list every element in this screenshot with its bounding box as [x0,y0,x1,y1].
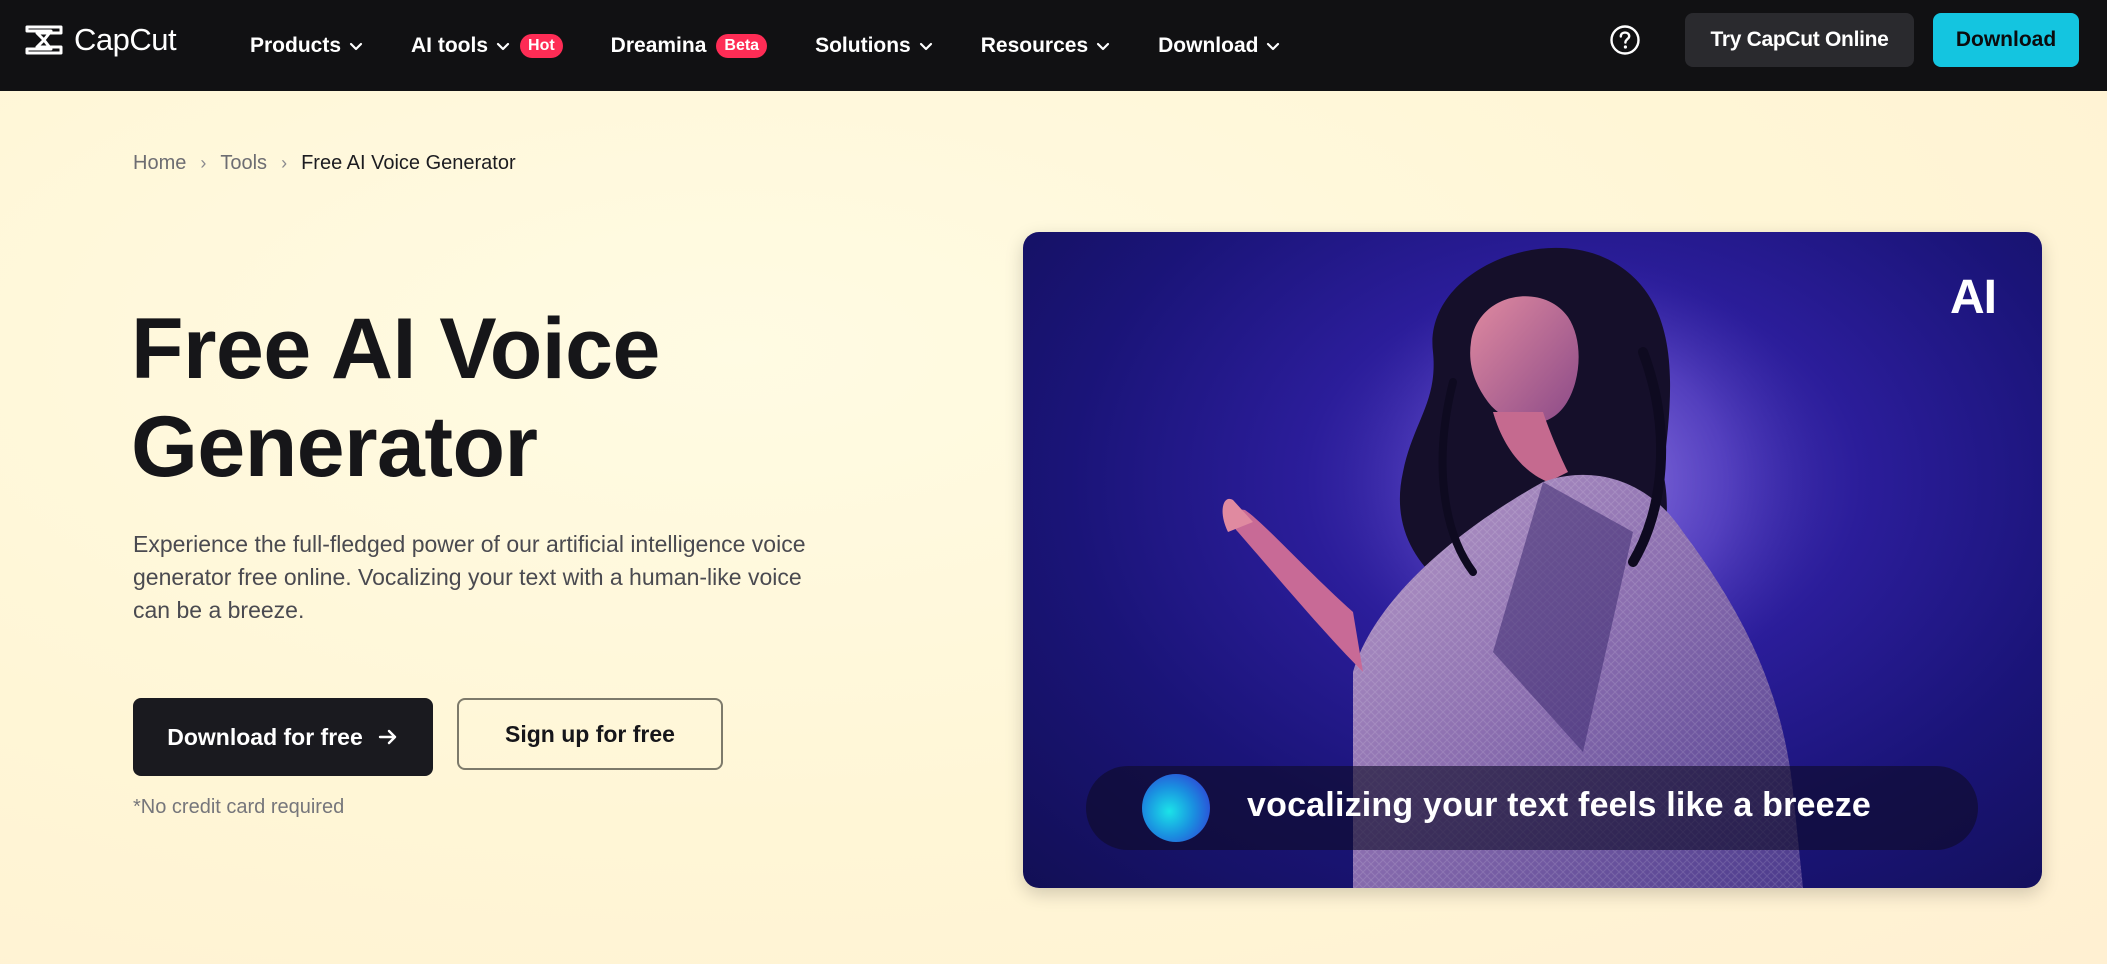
download-for-free-label: Download for free [167,723,363,750]
nav-item-products[interactable]: Products [250,34,363,58]
chevron-down-icon [919,42,932,50]
nav-item-label: Dreamina [610,33,707,57]
nav-item-label: Download [1158,33,1259,57]
nav-item-label: Solutions [815,33,911,57]
nav-item-resources[interactable]: Resources [981,34,1110,58]
breadcrumb-home-link[interactable]: Home [133,152,186,175]
breadcrumb-tools-link[interactable]: Tools [220,152,267,175]
no-credit-card-note: *No credit card required [133,796,345,818]
main-menu: Products AI tools Hot Dreamina Beta Solu… [250,0,1328,91]
nav-item-download[interactable]: Download [1158,34,1280,58]
nav-item-label: AI tools [411,33,489,57]
hot-badge: Hot [520,33,563,58]
chevron-right-icon: › [200,152,207,173]
nav-item-label: Resources [980,33,1089,57]
arrow-right-icon [378,729,396,745]
nav-item-dreamina[interactable]: Dreamina Beta [610,33,768,58]
top-navbar: CapCut Products AI tools Hot Dreamina Be… [0,0,2107,91]
caption-text: vocalizing your text feels like a breeze [1247,786,1872,824]
hero-description: Experience the full-fledged power of our… [133,531,806,623]
chevron-down-icon [1267,42,1280,50]
capcut-logo[interactable]: CapCut [24,22,177,58]
download-button[interactable]: Download [1933,13,2079,67]
caption-bar: vocalizing your text feels like a breeze [1086,766,1978,850]
nav-item-label: Products [250,33,342,57]
logo-text: CapCut [74,22,177,57]
ai-watermark: AI [1950,271,1997,324]
try-capcut-online-button[interactable]: Try CapCut Online [1685,13,1914,67]
voice-orb-icon [1142,774,1210,842]
help-icon[interactable] [1609,24,1641,56]
sign-up-for-free-button[interactable]: Sign up for free [457,698,723,770]
nav-item-solutions[interactable]: Solutions [815,34,933,58]
capcut-logo-icon [25,25,63,55]
download-for-free-button[interactable]: Download for free [133,698,433,776]
chevron-down-icon [496,42,510,50]
beta-badge: Beta [716,33,768,58]
chevron-right-icon: › [281,152,288,173]
chevron-down-icon [1097,42,1110,50]
chevron-down-icon [349,42,363,50]
breadcrumb-current: Free AI Voice Generator [301,151,516,174]
breadcrumb: Home › Tools › Free AI Voice Generator [133,150,516,176]
hero-media-video[interactable]: AI vocalizing your text feels like a bre… [1023,232,2042,888]
nav-item-ai-tools[interactable]: AI tools Hot [411,33,563,58]
page-title: Free AI Voice Generator [131,301,660,495]
